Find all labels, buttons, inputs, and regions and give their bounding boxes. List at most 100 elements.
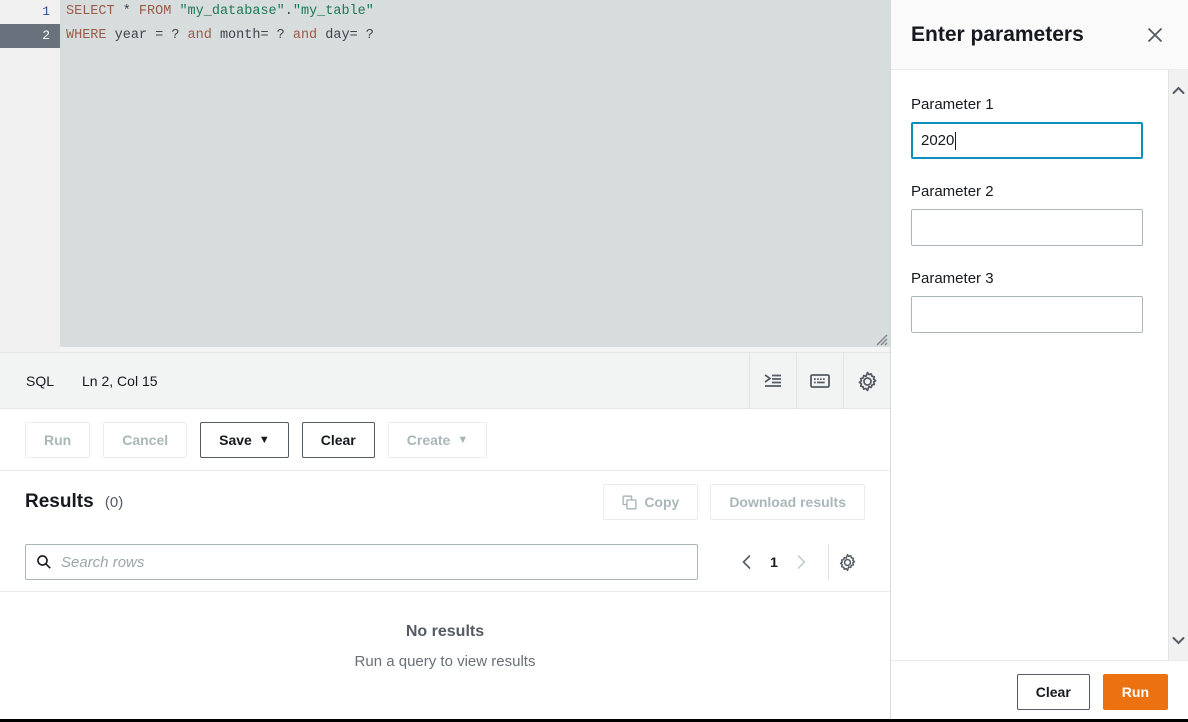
line-number-empty xyxy=(0,144,60,168)
download-results-button[interactable]: Download results xyxy=(710,484,865,520)
close-icon[interactable] xyxy=(1142,22,1168,48)
editor-language-label: SQL xyxy=(26,373,54,389)
line-number-gutter: 12 xyxy=(0,0,60,352)
chevron-up-icon[interactable] xyxy=(1169,80,1188,100)
chevron-left-icon[interactable] xyxy=(730,544,764,580)
create-button-label: Create xyxy=(407,432,451,448)
format-indent-icon[interactable] xyxy=(749,353,796,409)
code-token-plain: day= ? xyxy=(317,28,374,43)
parameter-field-group: Parameter 3 xyxy=(911,270,1149,333)
code-line: SELECT * FROM "my_database"."my_table" xyxy=(60,0,890,24)
pagination: 1 xyxy=(730,544,865,580)
panel-scrollbar[interactable] xyxy=(1168,70,1188,660)
code-token-str: "my_database" xyxy=(179,4,284,19)
copy-button[interactable]: Copy xyxy=(603,484,698,520)
panel-run-button[interactable]: Run xyxy=(1103,674,1168,710)
sql-code-area[interactable]: SELECT * FROM "my_database"."my_table"WH… xyxy=(60,0,890,347)
save-button[interactable]: Save ▼ xyxy=(200,422,289,458)
results-section: Results (0) Copy Download xyxy=(0,471,890,722)
chevron-down-icon[interactable] xyxy=(1169,630,1188,650)
panel-run-label: Run xyxy=(1122,684,1149,700)
parameter-label: Parameter 2 xyxy=(911,183,1149,200)
query-editor-column: 12 SELECT * FROM "my_database"."my_table… xyxy=(0,0,890,722)
save-button-label: Save xyxy=(219,432,252,448)
clear-button-label: Clear xyxy=(321,432,356,448)
parameter-field-group: Parameter 2 xyxy=(911,183,1149,246)
cursor-position-label: Ln 2, Col 15 xyxy=(82,373,158,389)
download-results-label: Download results xyxy=(729,494,846,510)
chevron-down-icon: ▼ xyxy=(457,434,468,446)
line-number: 2 xyxy=(0,24,60,48)
code-token-punct: . xyxy=(285,4,293,19)
line-number-empty xyxy=(0,120,60,144)
results-count: (0) xyxy=(105,494,123,511)
line-number-empty xyxy=(0,72,60,96)
parameter-field-group: Parameter 1 2020 xyxy=(911,96,1149,159)
text-caret xyxy=(955,132,956,150)
results-header-actions: Copy Download results xyxy=(603,484,865,520)
clear-button[interactable]: Clear xyxy=(302,422,375,458)
search-input[interactable]: Search rows xyxy=(25,544,698,580)
chevron-down-icon: ▼ xyxy=(259,434,270,446)
line-number-empty xyxy=(0,264,60,288)
keyboard-shortcuts-icon[interactable] xyxy=(796,353,843,409)
copy-button-label: Copy xyxy=(644,494,679,510)
panel-header: Enter parameters xyxy=(891,0,1188,70)
query-editor-screen: 12 SELECT * FROM "my_database"."my_table… xyxy=(0,0,1188,722)
code-token-kw: and xyxy=(293,28,317,43)
code-token-str: "my_table" xyxy=(293,4,374,19)
cancel-button-label: Cancel xyxy=(122,432,168,448)
line-number-empty xyxy=(0,240,60,264)
search-icon xyxy=(36,554,52,570)
code-token-kw: FROM xyxy=(139,4,171,19)
code-token-kw: and xyxy=(188,28,212,43)
chevron-right-icon[interactable] xyxy=(784,544,818,580)
enter-parameters-panel: Enter parameters Parameter 12020Paramete… xyxy=(890,0,1188,722)
editor-status-bar: SQL Ln 2, Col 15 xyxy=(0,352,890,409)
code-line: WHERE year = ? and month= ? and day= ? xyxy=(60,24,890,48)
results-header: Results (0) Copy Download xyxy=(0,471,890,533)
run-button-label: Run xyxy=(44,432,71,448)
parameter-label: Parameter 3 xyxy=(911,270,1149,287)
parameter-input-3[interactable] xyxy=(911,296,1143,333)
line-number-empty xyxy=(0,192,60,216)
line-number-empty xyxy=(0,216,60,240)
line-number-empty xyxy=(0,288,60,312)
panel-footer: Clear Run xyxy=(891,660,1188,722)
code-token-plain: * xyxy=(115,4,139,19)
cancel-button[interactable]: Cancel xyxy=(103,422,187,458)
status-bar-info: SQL Ln 2, Col 15 xyxy=(26,353,158,409)
results-search-row: Search rows 1 xyxy=(0,533,890,591)
parameter-label: Parameter 1 xyxy=(911,96,1149,113)
create-button[interactable]: Create ▼ xyxy=(388,422,487,458)
resize-grip-icon[interactable] xyxy=(874,332,888,346)
results-empty-state: No results Run a query to view results xyxy=(0,591,890,722)
query-action-bar: Run Cancel Save ▼ Clear Create ▼ xyxy=(0,409,890,471)
search-input-placeholder: Search rows xyxy=(61,554,144,571)
parameter-input-1[interactable]: 2020 xyxy=(911,122,1143,159)
panel-clear-button[interactable]: Clear xyxy=(1017,674,1090,710)
line-number-empty xyxy=(0,312,60,336)
status-bar-icons xyxy=(749,353,890,409)
code-token-kw: SELECT xyxy=(66,4,115,19)
table-preferences-gear-icon[interactable] xyxy=(828,544,865,580)
line-number-empty xyxy=(0,168,60,192)
run-button[interactable]: Run xyxy=(25,422,90,458)
line-number: 1 xyxy=(0,0,60,24)
copy-icon xyxy=(622,495,637,510)
no-results-subtitle: Run a query to view results xyxy=(355,653,536,670)
parameter-input-value: 2020 xyxy=(921,132,954,149)
line-number-empty xyxy=(0,48,60,72)
parameter-input-2[interactable] xyxy=(911,209,1143,246)
results-title-text: Results xyxy=(25,491,94,512)
results-title: Results (0) xyxy=(25,491,123,513)
pagination-page-1[interactable]: 1 xyxy=(764,554,784,570)
panel-body: Parameter 1 2020 Parameter 2 Parameter 3 xyxy=(891,70,1169,660)
no-results-title: No results xyxy=(406,623,484,641)
code-token-plain: month= ? xyxy=(212,28,293,43)
code-token-plain: year = ? xyxy=(107,28,188,43)
panel-clear-label: Clear xyxy=(1036,684,1071,700)
editor-settings-gear-icon[interactable] xyxy=(843,353,890,409)
sql-editor[interactable]: 12 SELECT * FROM "my_database"."my_table… xyxy=(0,0,890,352)
code-token-kw: WHERE xyxy=(66,28,107,43)
